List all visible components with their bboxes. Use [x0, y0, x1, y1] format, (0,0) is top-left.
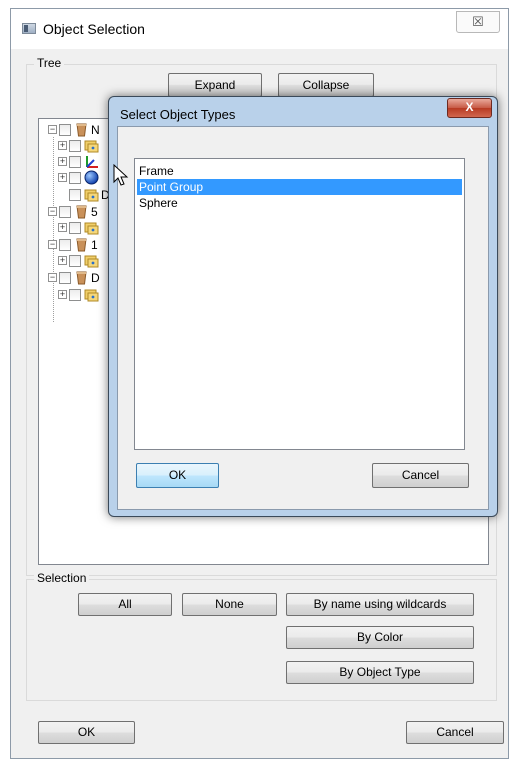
dialog-body: Frame Point Group Sphere OK Cancel	[117, 126, 489, 510]
collapse-node-icon[interactable]: −	[48, 125, 57, 134]
collapse-node-icon[interactable]: −	[48, 207, 57, 216]
selection-group-label: Selection	[34, 571, 90, 585]
tree-checkbox[interactable]	[69, 289, 81, 301]
tree-group-label: Tree	[34, 56, 65, 70]
select-by-color-button[interactable]: By Color	[286, 626, 474, 649]
expand-button[interactable]: Expand	[168, 73, 262, 97]
select-object-types-dialog: Select Object Types X Frame Point Group …	[108, 96, 498, 517]
folder-group-icon	[84, 138, 99, 153]
cancel-button[interactable]: Cancel	[406, 721, 504, 744]
tree-label: N	[91, 123, 100, 137]
ok-button[interactable]: OK	[38, 721, 135, 744]
select-none-button[interactable]: None	[182, 593, 277, 616]
expand-node-icon[interactable]: +	[58, 157, 67, 166]
collapse-button[interactable]: Collapse	[278, 73, 374, 97]
tree-checkbox[interactable]	[59, 206, 71, 218]
bucket-icon	[74, 237, 89, 252]
sphere-icon	[84, 170, 99, 185]
tree-checkbox[interactable]	[69, 140, 81, 152]
mouse-pointer-icon	[113, 164, 129, 186]
tree-checkbox[interactable]	[69, 189, 81, 201]
bucket-icon	[74, 204, 89, 219]
folder-group-icon	[84, 287, 99, 302]
list-item-sphere[interactable]: Sphere	[137, 195, 462, 211]
expand-node-icon[interactable]: +	[58, 290, 67, 299]
select-by-wildcards-button[interactable]: By name using wildcards	[286, 593, 474, 616]
window-title: Object Selection	[43, 21, 145, 37]
folder-group-icon	[84, 220, 99, 235]
expand-node-icon[interactable]: +	[58, 223, 67, 232]
object-type-list[interactable]: Frame Point Group Sphere	[134, 158, 465, 450]
window-close-button[interactable]: ☒	[456, 11, 500, 33]
tree-label: D	[91, 271, 100, 285]
tree-label: 1	[91, 238, 98, 252]
tree-label: 5	[91, 205, 98, 219]
list-item-point-group[interactable]: Point Group	[137, 179, 462, 195]
bucket-icon	[74, 270, 89, 285]
tree-checkbox[interactable]	[69, 172, 81, 184]
title-bar: Object Selection ☒	[11, 9, 508, 49]
folder-group-icon	[84, 253, 99, 268]
tree-checkbox[interactable]	[69, 156, 81, 168]
window-icon	[22, 23, 36, 34]
dialog-close-button[interactable]: X	[447, 98, 492, 118]
dialog-ok-button[interactable]: OK	[136, 463, 219, 488]
tree-checkbox[interactable]	[59, 272, 71, 284]
collapse-node-icon[interactable]: −	[48, 273, 57, 282]
bucket-icon	[74, 122, 89, 137]
select-all-button[interactable]: All	[78, 593, 172, 616]
tree-checkbox[interactable]	[59, 124, 71, 136]
tree-checkbox[interactable]	[69, 255, 81, 267]
folder-group-icon	[84, 187, 99, 202]
tree-checkbox[interactable]	[59, 239, 71, 251]
list-item-frame[interactable]: Frame	[137, 163, 462, 179]
select-by-object-type-button[interactable]: By Object Type	[286, 661, 474, 684]
tree-checkbox[interactable]	[69, 222, 81, 234]
expand-node-icon[interactable]: +	[58, 256, 67, 265]
collapse-node-icon[interactable]: −	[48, 240, 57, 249]
dialog-cancel-button[interactable]: Cancel	[372, 463, 469, 488]
expand-node-icon[interactable]: +	[58, 173, 67, 182]
expand-node-icon[interactable]: +	[58, 141, 67, 150]
frame-axes-icon	[84, 154, 99, 169]
dialog-title: Select Object Types	[120, 107, 236, 122]
